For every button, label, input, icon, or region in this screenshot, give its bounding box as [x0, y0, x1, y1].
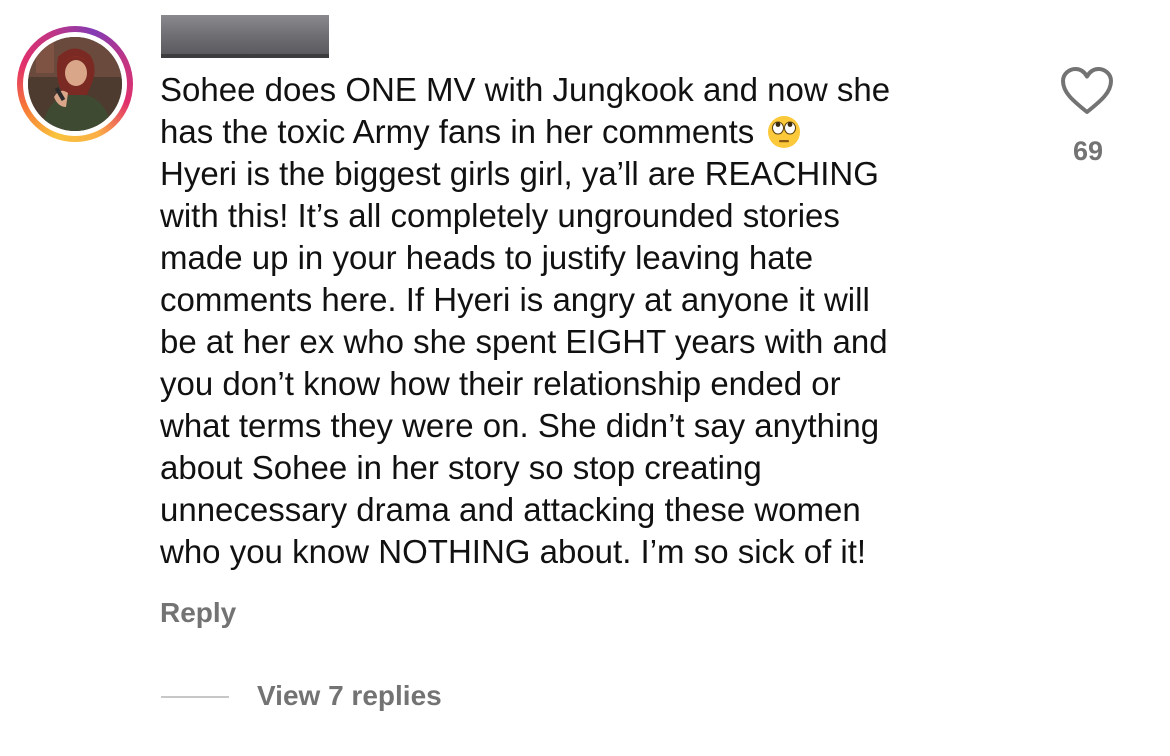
- comment-text: Sohee does ONE MV with Jungkook and now …: [160, 69, 1040, 573]
- comment-line: be at her ex who she spent EIGHT years w…: [160, 323, 888, 360]
- comment-line: you don’t know how their relationship en…: [160, 365, 841, 402]
- avatar-illustration: [28, 37, 122, 131]
- avatar-story-ring[interactable]: [17, 26, 133, 142]
- comment-line: has the toxic Army fans in her comments: [160, 113, 755, 150]
- comment-line: made up in your heads to justify leaving…: [160, 239, 814, 276]
- like-count: 69: [1072, 136, 1104, 166]
- heart-outline-icon[interactable]: [1060, 66, 1114, 116]
- comment-line: who you know NOTHING about. I’m so sick …: [160, 533, 867, 570]
- comment-line: what terms they were on. She didn’t say …: [160, 407, 880, 444]
- face-with-rolling-eyes-emoji: [768, 116, 801, 148]
- comment-line: with this! It’s all completely ungrounde…: [160, 197, 840, 234]
- reply-button[interactable]: Reply: [160, 597, 236, 629]
- username-redacted: [161, 15, 329, 58]
- view-replies-button[interactable]: View 7 replies: [257, 680, 442, 712]
- replies-divider: [161, 696, 229, 698]
- comment-line: about Sohee in her story so stop creatin…: [160, 449, 762, 486]
- comment-line: Hyeri is the biggest girls girl, ya’ll a…: [160, 155, 879, 192]
- comment-line: unnecessary drama and attacking these wo…: [160, 491, 861, 528]
- comment-line: comments here. If Hyeri is angry at anyo…: [160, 281, 870, 318]
- comment-line-with-emoji: has the toxic Army fans in her comments: [160, 111, 1040, 153]
- avatar[interactable]: [28, 37, 122, 131]
- comment-line: Sohee does ONE MV with Jungkook and now …: [160, 71, 891, 108]
